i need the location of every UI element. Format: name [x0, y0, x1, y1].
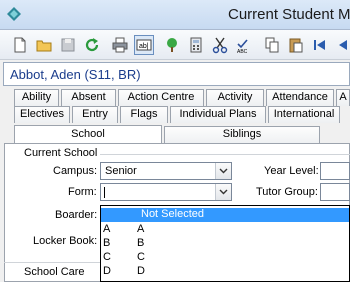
tab-entry[interactable]: Entry: [72, 106, 118, 123]
form-label: Form:: [68, 186, 97, 198]
copy-icon[interactable]: [262, 35, 282, 55]
tab-siblings[interactable]: Siblings: [164, 126, 320, 144]
tutor-group-field[interactable]: [320, 183, 350, 201]
boarder-label: Boarder:: [55, 209, 98, 221]
toolbar: ab| ABC: [0, 30, 350, 60]
option-code: D: [103, 265, 111, 277]
tab-attendance[interactable]: Attendance: [266, 89, 334, 106]
paste-icon[interactable]: [286, 35, 306, 55]
tutor-group-label: Tutor Group:: [256, 186, 318, 198]
save-icon[interactable]: [58, 35, 78, 55]
window-title: Current Student Ma: [228, 6, 350, 23]
option-code: B: [103, 237, 111, 249]
dropdown-option[interactable]: D D: [101, 265, 349, 279]
tab-individual-plans[interactable]: Individual Plans: [170, 106, 266, 123]
current-school-group-label: Current School: [24, 147, 98, 159]
dropdown-option[interactable]: A A: [101, 223, 349, 237]
campus-label: Campus:: [53, 165, 98, 177]
tab-absent[interactable]: Absent: [61, 89, 116, 106]
new-document-icon[interactable]: [10, 35, 30, 55]
form-dropdown-list: Not Selected A A B B C C D D: [100, 205, 350, 282]
dropdown-option[interactable]: C C: [101, 251, 349, 265]
tab-row-3: School Siblings: [0, 125, 350, 144]
tab-activity[interactable]: Activity: [206, 89, 264, 106]
option-desc: C: [137, 251, 145, 263]
option-desc: B: [137, 237, 145, 249]
previous-record-icon[interactable]: [332, 35, 350, 55]
tab-a[interactable]: A: [336, 89, 350, 106]
tab-international[interactable]: International: [268, 106, 340, 123]
app-icon: [7, 7, 21, 21]
cut-icon[interactable]: [210, 35, 230, 55]
tab-school[interactable]: School: [14, 125, 162, 144]
option-desc: A: [137, 223, 145, 235]
tab-row-1: Ability Absent Action Centre Activity At…: [0, 89, 350, 106]
tab-flags[interactable]: Flags: [120, 106, 168, 123]
option-code: A: [103, 223, 111, 235]
option-code: C: [103, 251, 111, 263]
open-folder-icon[interactable]: [34, 35, 54, 55]
refresh-icon[interactable]: [82, 35, 102, 55]
chevron-down-icon[interactable]: [215, 163, 231, 179]
tree-icon[interactable]: [162, 35, 182, 55]
year-level-field[interactable]: [320, 162, 350, 180]
chevron-down-icon[interactable]: [215, 184, 231, 200]
tab-row-2: Electives Entry Flags Individual Plans I…: [0, 106, 350, 123]
campus-select[interactable]: Senior: [100, 162, 232, 180]
title-bar: Current Student Ma: [0, 0, 350, 30]
locker-book-label: Locker Book:: [33, 235, 98, 247]
svg-text:ab|: ab|: [139, 43, 149, 50]
student-bar: Abbot, Aden (S11, BR): [3, 62, 350, 86]
calculator-icon[interactable]: [186, 35, 206, 55]
tab-action-centre[interactable]: Action Centre: [118, 89, 204, 106]
student-name: Abbot, Aden (S11, BR): [10, 67, 141, 82]
spellcheck-icon[interactable]: ABC: [234, 35, 254, 55]
print-icon[interactable]: [110, 35, 130, 55]
dropdown-option-not-selected[interactable]: Not Selected: [101, 208, 349, 222]
option-desc: D: [137, 265, 145, 277]
form-select[interactable]: [100, 183, 232, 201]
group-divider: [100, 154, 350, 155]
year-level-label: Year Level:: [264, 165, 319, 177]
campus-value: Senior: [105, 165, 137, 177]
first-record-icon[interactable]: [310, 35, 330, 55]
school-care-group-label: School Care: [24, 266, 85, 278]
text-cursor: [104, 187, 105, 198]
tab-electives[interactable]: Electives: [14, 106, 70, 123]
dropdown-option[interactable]: B B: [101, 237, 349, 251]
tab-ability[interactable]: Ability: [14, 89, 59, 106]
field-text-icon[interactable]: ab|: [134, 35, 154, 55]
svg-text:ABC: ABC: [237, 49, 248, 54]
